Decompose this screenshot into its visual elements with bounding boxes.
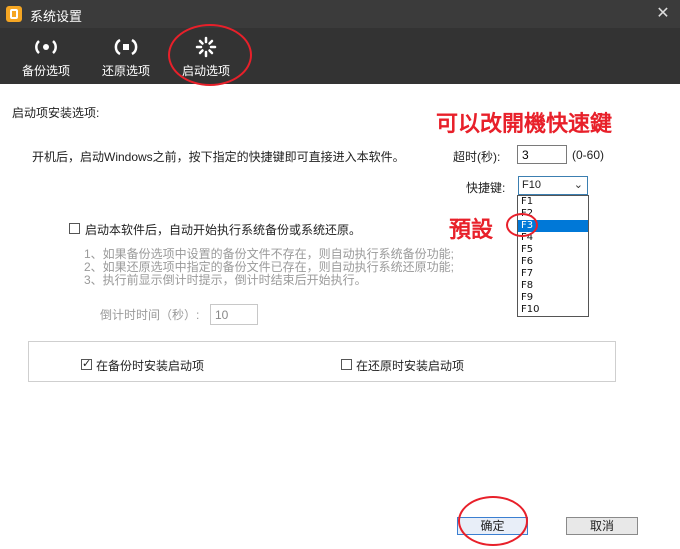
cancel-button[interactable]: 取消 (566, 517, 638, 535)
startup-description: 开机后，启动Windows之前，按下指定的快捷键即可直接进入本软件。 (32, 150, 405, 164)
hotkey-option[interactable]: F5 (518, 244, 588, 256)
auto-start-note: 2、如果还原选项中指定的备份文件已存在，则自动执行系统还原功能; (84, 260, 455, 274)
install-on-backup-checkbox[interactable] (81, 357, 92, 370)
close-button[interactable]: ✕ (652, 3, 674, 25)
tab-restore-label: 还原选项 (101, 64, 150, 78)
backup-icon (35, 40, 57, 54)
auto-start-checkbox[interactable] (69, 223, 80, 234)
annotation-circle-ok (458, 496, 528, 546)
chevron-down-icon: ⌄ (573, 179, 583, 191)
annotation-default-note: 預設 (449, 217, 494, 242)
window-title: 系统设置 (30, 9, 83, 24)
hotkey-option[interactable]: F9 (518, 292, 588, 304)
section-title: 启动项安装选项: (12, 106, 100, 120)
hotkey-option[interactable]: F7 (518, 268, 588, 280)
annotation-circle-startup-tab (168, 24, 252, 86)
annotation-circle-f3 (506, 213, 538, 237)
timeout-label: 超时(秒): (453, 150, 501, 164)
timeout-input[interactable] (517, 145, 567, 164)
install-on-backup-label: 在备份时安装启动项 (96, 359, 205, 373)
tab-backup-label: 备份选项 (21, 64, 70, 78)
app-logo-icon (6, 6, 22, 22)
install-on-restore-checkbox[interactable] (341, 359, 352, 370)
hotkey-option[interactable]: F10 (518, 304, 588, 316)
install-on-restore-label: 在还原时安装启动项 (356, 359, 465, 373)
restore-icon (114, 38, 138, 56)
tab-backup-options[interactable]: 备份选项 (6, 28, 86, 84)
hotkey-option[interactable]: F6 (518, 256, 588, 268)
hotkey-option[interactable]: F1 (518, 196, 588, 208)
timeout-range: (0-60) (572, 148, 605, 162)
hotkey-select[interactable]: F10 ⌄ (518, 176, 588, 195)
hotkey-option[interactable]: F8 (518, 280, 588, 292)
countdown-label: 倒计时时间（秒）: (100, 308, 200, 322)
hotkey-label: 快捷键: (466, 181, 506, 195)
auto-start-label: 启动本软件后，自动开始执行系统备份或系统还原。 (85, 223, 362, 237)
annotation-hotkey-note: 可以改開機快速鍵 (436, 111, 613, 136)
hotkey-selected-value: F10 (522, 179, 541, 191)
settings-toolbar: 备份选项 还原选项 启动选项 (0, 24, 680, 86)
countdown-input[interactable] (210, 304, 258, 325)
auto-start-note: 1、如果备份选项中设置的备份文件不存在，则自动执行系统备份功能; (84, 247, 455, 261)
install-options-group: 在备份时安装启动项 在还原时安装启动项 (28, 341, 616, 382)
auto-start-note: 3、执行前显示倒计时提示，倒计时结束后开始执行。 (84, 273, 367, 287)
title-bar: 系统设置 ✕ (0, 0, 680, 28)
tab-restore-options[interactable]: 还原选项 (86, 28, 166, 84)
